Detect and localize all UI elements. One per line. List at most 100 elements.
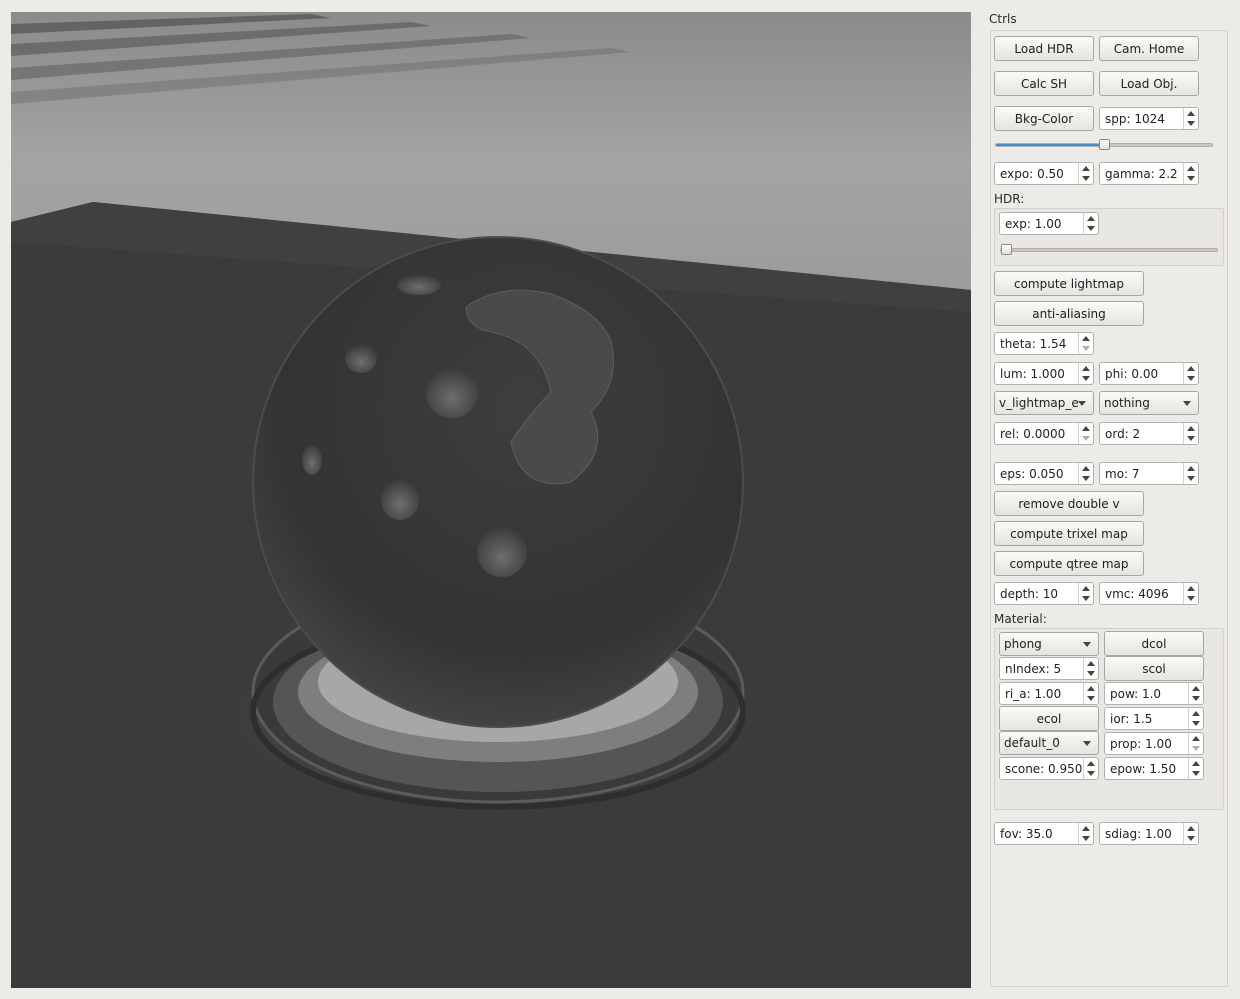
spin-up-icon[interactable] [1087,761,1095,766]
spin-up-icon[interactable] [1087,216,1095,221]
fov-spinbox[interactable]: fov: 35.0 [994,822,1094,845]
spin-up-icon[interactable] [1192,761,1200,766]
pow-spinbox[interactable]: pow: 1.0 [1104,682,1204,705]
spp-spinbox[interactable]: spp: 1024 [1099,107,1199,130]
sdiag-spinbox[interactable]: sdiag: 1.00 [1099,822,1199,845]
spin-up-icon[interactable] [1087,661,1095,666]
spin-up-icon[interactable] [1192,686,1200,691]
scone-spinbox[interactable]: scone: 0.950 [999,757,1099,780]
material-preset-select[interactable]: default_0 [999,731,1099,755]
spin-down-icon[interactable] [1187,436,1195,441]
eps-spinbox[interactable]: eps: 0.050 [994,462,1094,485]
hdr-label: HDR: [994,192,1025,206]
spin-down-icon[interactable] [1192,771,1200,776]
spin-up-icon[interactable] [1082,426,1090,431]
spin-up-icon[interactable] [1082,166,1090,171]
spin-down-icon[interactable] [1187,476,1195,481]
spin-down-icon[interactable] [1192,746,1200,751]
spin-up-icon[interactable] [1187,426,1195,431]
spin-down-icon[interactable] [1082,376,1090,381]
spin-up-icon[interactable] [1187,586,1195,591]
sdiag-value: sdiag: 1.00 [1105,827,1172,841]
spin-up-icon[interactable] [1187,466,1195,471]
spin-down-icon[interactable] [1082,436,1090,441]
rel-spinbox[interactable]: rel: 0.0000 [994,422,1094,445]
spin-down-icon[interactable] [1192,696,1200,701]
spin-down-icon[interactable] [1082,346,1090,351]
lum-spinbox[interactable]: lum: 1.000 [994,362,1094,385]
spin-down-icon[interactable] [1187,176,1195,181]
spin-up-icon[interactable] [1082,336,1090,341]
spp-slider-handle[interactable] [1099,139,1110,150]
spin-up-icon[interactable] [1192,711,1200,716]
chevron-down-icon [1078,401,1086,406]
expo-spinbox[interactable]: expo: 0.50 [994,162,1094,185]
spin-down-icon[interactable] [1192,721,1200,726]
scone-value: scone: 0.950 [1005,762,1083,776]
hdr-exp-spinbox[interactable]: exp: 1.00 [999,212,1099,235]
hdr-exp-slider[interactable] [1000,248,1218,252]
spin-up-icon[interactable] [1082,826,1090,831]
cam-home-button[interactable]: Cam. Home [1099,36,1199,61]
spin-up-icon[interactable] [1187,166,1195,171]
lightmap-mode-select[interactable]: v_lightmap_e [994,391,1094,415]
chevron-down-icon [1183,401,1191,406]
spin-up-icon[interactable] [1192,736,1200,741]
spin-up-icon[interactable] [1187,111,1195,116]
compute-trixel-map-button[interactable]: compute trixel map [994,521,1144,546]
scol-button[interactable]: scol [1104,656,1204,681]
ior-spinbox[interactable]: ior: 1.5 [1104,707,1204,730]
spin-down-icon[interactable] [1187,596,1195,601]
compute-lightmap-button[interactable]: compute lightmap [994,271,1144,296]
spin-down-icon[interactable] [1082,176,1090,181]
load-obj-button[interactable]: Load Obj. [1099,71,1199,96]
remove-double-v-button[interactable]: remove double v [994,491,1144,516]
render-scene [11,12,971,988]
display-mode-select[interactable]: nothing [1099,391,1199,415]
mo-value: mo: 7 [1105,467,1140,481]
spin-down-icon[interactable] [1187,836,1195,841]
anti-aliasing-button[interactable]: anti-aliasing [994,301,1144,326]
spin-down-icon[interactable] [1087,671,1095,676]
ri-a-spinbox[interactable]: ri_a: 1.00 [999,682,1099,705]
phi-spinbox[interactable]: phi: 0.00 [1099,362,1199,385]
dcol-button[interactable]: dcol [1104,631,1204,656]
prop-value: prop: 1.00 [1110,737,1172,751]
hdr-exp-slider-handle[interactable] [1001,244,1012,255]
shader-select[interactable]: phong [999,632,1099,656]
calc-sh-button[interactable]: Calc SH [994,71,1094,96]
prop-spinbox[interactable]: prop: 1.00 [1104,732,1204,755]
ord-spinbox[interactable]: ord: 2 [1099,422,1199,445]
spin-down-icon[interactable] [1082,596,1090,601]
spin-down-icon[interactable] [1082,836,1090,841]
spin-up-icon[interactable] [1187,366,1195,371]
spin-down-icon[interactable] [1187,376,1195,381]
render-viewport[interactable] [11,12,971,988]
vmc-spinbox[interactable]: vmc: 4096 [1099,582,1199,605]
compute-qtree-map-button[interactable]: compute qtree map [994,551,1144,576]
load-hdr-button[interactable]: Load HDR [994,36,1094,61]
depth-spinbox[interactable]: depth: 10 [994,582,1094,605]
gamma-spinbox[interactable]: gamma: 2.2 [1099,162,1199,185]
spin-down-icon[interactable] [1087,771,1095,776]
spin-down-icon[interactable] [1087,696,1095,701]
spin-down-icon[interactable] [1087,226,1095,231]
rel-value: rel: 0.0000 [1000,427,1066,441]
theta-spinbox[interactable]: theta: 1.54 [994,332,1094,355]
epow-spinbox[interactable]: epow: 1.50 [1104,757,1204,780]
spin-up-icon[interactable] [1082,366,1090,371]
spin-down-icon[interactable] [1187,121,1195,126]
chevron-down-icon [1083,741,1091,746]
ecol-button[interactable]: ecol [999,706,1099,731]
spin-up-icon[interactable] [1087,686,1095,691]
spin-up-icon[interactable] [1082,466,1090,471]
spin-up-icon[interactable] [1082,586,1090,591]
nindex-spinbox[interactable]: nIndex: 5 [999,657,1099,680]
spp-value: spp: 1024 [1105,112,1165,126]
bkg-color-button[interactable]: Bkg-Color [994,106,1094,131]
lightmap-mode-value: v_lightmap_e [999,396,1079,410]
mo-spinbox[interactable]: mo: 7 [1099,462,1199,485]
spin-down-icon[interactable] [1082,476,1090,481]
expo-value: expo: 0.50 [1000,167,1064,181]
spin-up-icon[interactable] [1187,826,1195,831]
